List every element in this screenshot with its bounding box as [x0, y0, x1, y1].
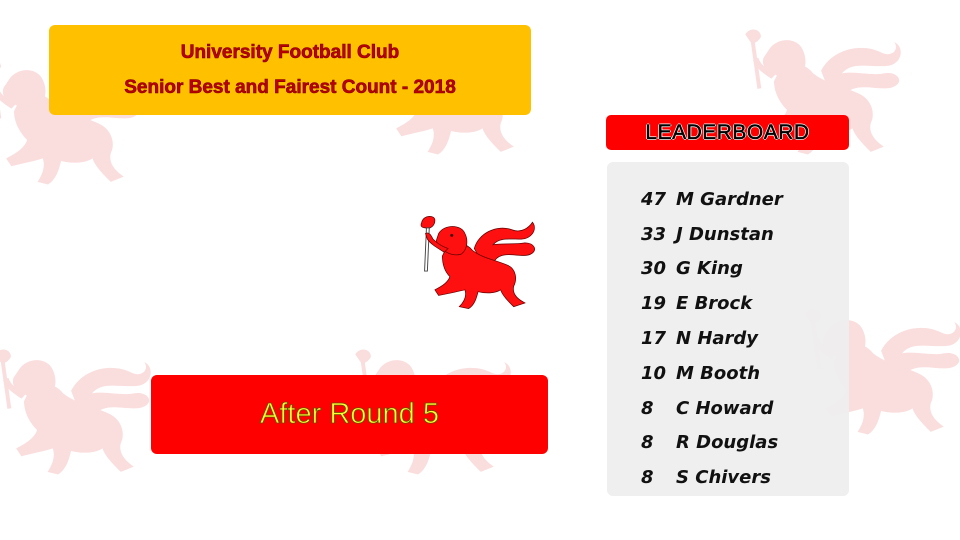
votes: 33 — [641, 223, 667, 245]
leaderboard-header: LEADERBOARD — [606, 115, 849, 150]
leaderboard-row: 10 M Booth — [641, 356, 783, 391]
votes: 17 — [641, 328, 667, 350]
leaderboard-row: 19 E Brock — [641, 286, 783, 321]
player-name: G King — [676, 258, 743, 280]
red-lion-with-torch-icon — [420, 215, 535, 309]
votes: 8 — [641, 397, 654, 419]
leaderboard-panel: 47 M Gardner 33 J Dunstan 30 G King 19 E Bro… — [607, 162, 849, 496]
leaderboard-row: 8 C Howard — [641, 391, 783, 426]
player-name: N Hardy — [676, 328, 759, 350]
votes: 19 — [641, 293, 667, 315]
leaderboard-row: 8 R Douglas — [641, 426, 783, 461]
count-title: Senior Best and Fairest Count - 2018 — [124, 77, 456, 98]
player-name: S Chivers — [676, 467, 771, 489]
player-name: E Brock — [676, 293, 753, 315]
leaderboard-row: 17 N Hardy — [641, 321, 783, 356]
round-label: After Round 5 — [260, 398, 440, 431]
leaderboard-row: 8 S Chivers — [641, 460, 783, 495]
club-name: University Football Club — [180, 42, 400, 63]
player-name: M Booth — [676, 362, 761, 384]
votes: 10 — [641, 362, 667, 384]
lion-watermark-icon — [0, 349, 151, 475]
title-box: University Football Club Senior Best and… — [49, 25, 531, 115]
votes: 30 — [641, 258, 667, 280]
leaderboard-row: 30 G King — [641, 252, 783, 287]
player-name: J Dunstan — [676, 223, 774, 245]
leaderboard-list: 47 M Gardner 33 J Dunstan 30 G King 19 E Bro… — [641, 182, 783, 495]
leaderboard-row: 47 M Gardner — [641, 182, 783, 217]
votes: 8 — [641, 467, 654, 489]
player-name: R Douglas — [676, 432, 779, 454]
votes: 8 — [641, 432, 654, 454]
leaderboard-title: LEADERBOARD — [645, 120, 810, 144]
votes: 47 — [641, 188, 667, 210]
leaderboard-row: 33 J Dunstan — [641, 217, 783, 252]
round-banner: After Round 5 — [151, 375, 548, 454]
player-name: M Gardner — [676, 188, 783, 210]
player-name: C Howard — [676, 397, 774, 419]
